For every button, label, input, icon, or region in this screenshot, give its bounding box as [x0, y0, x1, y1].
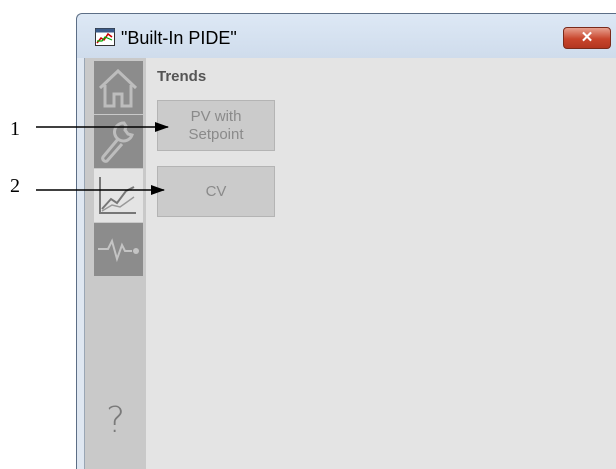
window-title: "Built-In PIDE": [121, 28, 237, 48]
cv-button[interactable]: CV: [157, 166, 275, 217]
help-icon[interactable]: ?: [106, 400, 125, 441]
title-bar[interactable]: "Built-In PIDE" ✕: [77, 14, 616, 58]
trend-chart-icon: [99, 177, 136, 214]
close-button[interactable]: ✕: [563, 27, 611, 49]
callout-number-1: 1: [10, 118, 20, 140]
cv-button-label: CV: [205, 182, 227, 200]
pv-button-label-line2: Setpoint: [188, 125, 244, 143]
pv-with-setpoint-button[interactable]: PV with Setpoint: [157, 100, 275, 151]
trends-section-title: Trends: [157, 68, 207, 85]
faceplate-body: ? Trends PV with Setpoint CV: [84, 58, 616, 469]
pv-button-label-line1: PV with: [190, 107, 242, 125]
pulse-icon: [98, 238, 139, 263]
nav-home[interactable]: [94, 61, 143, 114]
wrench-icon: [101, 121, 134, 163]
pide-faceplate-window: "Built-In PIDE" ✕ ? Trends PV with Setpo…: [76, 13, 616, 469]
faceplate-app-icon: [95, 28, 115, 46]
nav-trends[interactable]: [94, 169, 143, 222]
navigation-sidebar: ?: [85, 58, 146, 469]
nav-maintenance[interactable]: [94, 115, 143, 168]
home-icon: [98, 68, 138, 108]
callout-number-2: 2: [10, 175, 20, 197]
nav-diagnostics[interactable]: [94, 223, 143, 276]
